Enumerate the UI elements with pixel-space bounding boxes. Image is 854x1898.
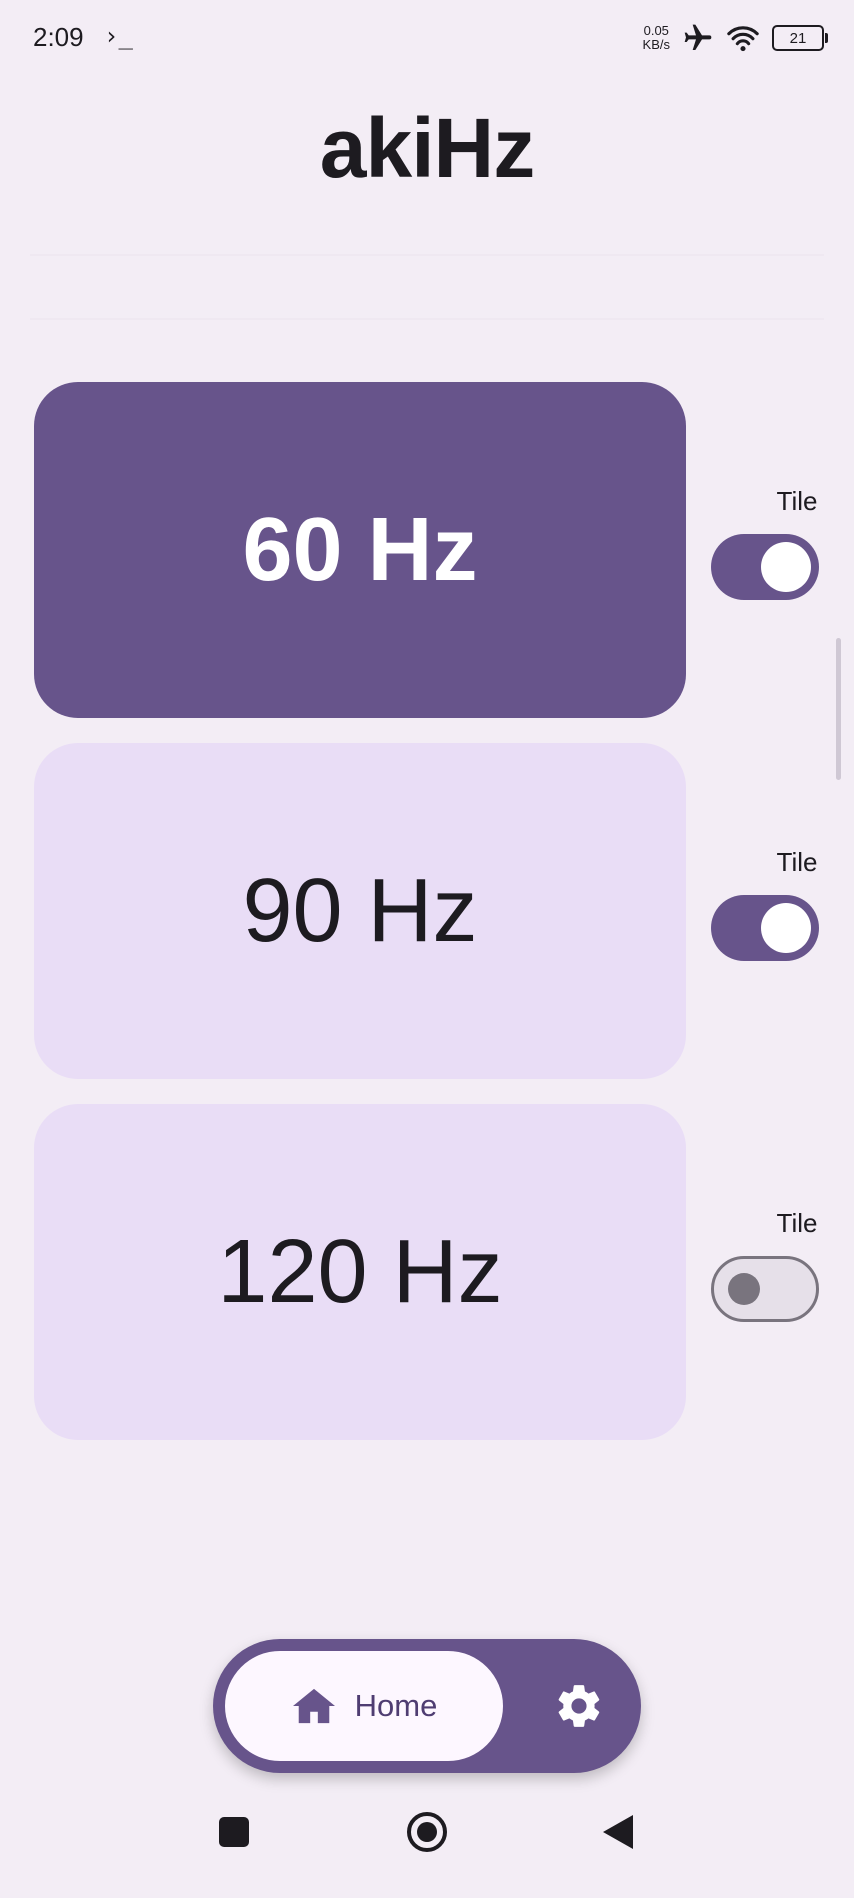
rate-row-120: 120 Hz Tile xyxy=(34,1104,820,1440)
status-bar: 2:09 ›_ 0.05 KB/s 21 xyxy=(0,0,854,78)
network-speed: 0.05 KB/s xyxy=(643,24,670,52)
tile-label: Tile xyxy=(776,847,818,877)
rate-card-90hz[interactable]: 90 Hz xyxy=(34,743,686,1079)
toggle-knob xyxy=(728,1273,760,1305)
terminal-icon: ›_ xyxy=(104,22,133,50)
toggle-knob xyxy=(761,903,811,953)
tile-toggle-120hz[interactable] xyxy=(711,1256,819,1322)
system-navigation xyxy=(0,1800,854,1898)
nav-home-button[interactable]: Home xyxy=(225,1651,503,1761)
rate-card-60hz[interactable]: 60 Hz xyxy=(34,382,686,718)
status-icons: 0.05 KB/s 21 xyxy=(643,20,828,56)
scrollbar[interactable] xyxy=(836,638,841,780)
toggle-knob xyxy=(761,542,811,592)
recents-icon[interactable] xyxy=(218,1816,250,1848)
tile-label: Tile xyxy=(776,1208,818,1238)
divider xyxy=(30,254,824,256)
home-icon xyxy=(292,1688,335,1724)
home-nav-icon[interactable] xyxy=(406,1811,448,1853)
rate-row-90: 90 Hz Tile xyxy=(34,743,820,1079)
tile-toggle-60hz[interactable] xyxy=(711,534,819,600)
rate-row-60: 60 Hz Tile xyxy=(34,382,820,718)
nav-home-label: Home xyxy=(354,1688,438,1723)
status-time: 2:09 xyxy=(33,22,84,52)
tile-label: Tile xyxy=(776,486,818,516)
airplane-icon xyxy=(684,24,712,50)
wifi-icon xyxy=(727,26,759,52)
rate-card-120hz[interactable]: 120 Hz xyxy=(34,1104,686,1440)
gear-icon[interactable] xyxy=(553,1680,605,1732)
bottom-nav: Home xyxy=(213,1639,641,1773)
battery-icon: 21 xyxy=(772,25,828,51)
network-speed-value: 0.05 xyxy=(643,23,669,38)
network-speed-unit: KB/s xyxy=(642,37,670,52)
divider xyxy=(30,318,824,320)
back-icon[interactable] xyxy=(601,1813,635,1851)
tile-toggle-90hz[interactable] xyxy=(711,895,819,961)
battery-level: 21 xyxy=(789,29,807,47)
app-title: akiHz xyxy=(319,101,535,195)
